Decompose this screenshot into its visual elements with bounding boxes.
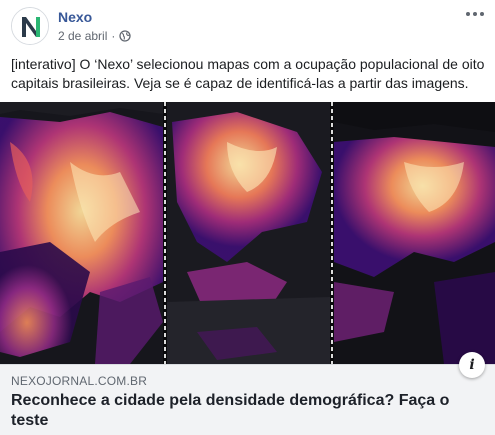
city-map-3 [334,102,495,364]
link-preview[interactable]: NEXOJORNAL.COM.BR Reconhece a cidade pel… [0,364,495,435]
link-domain: NEXOJORNAL.COM.BR [11,374,148,388]
image-divider [164,102,166,364]
city-map-2 [167,102,330,364]
meta-separator: · [111,29,116,43]
page-avatar[interactable] [11,7,49,45]
post-meta: 2 de abril · [58,29,132,43]
link-headline[interactable]: Reconhece a cidade pela densidade demogr… [11,391,471,431]
image-divider [331,102,333,364]
post-header: Nexo 2 de abril · [0,0,495,50]
page-name-link[interactable]: Nexo [58,9,92,25]
globe-icon [119,30,132,42]
more-horizontal-icon [466,12,484,16]
city-map-1 [0,102,163,364]
nexo-logo-icon [12,8,48,44]
post-text: [interativo] O ‘Nexo’ selecionou mapas c… [11,56,485,91]
info-button[interactable]: i [459,352,485,378]
post-image-collage[interactable] [0,102,495,364]
more-options-button[interactable] [463,4,487,24]
post-date[interactable]: 2 de abril [58,29,107,43]
